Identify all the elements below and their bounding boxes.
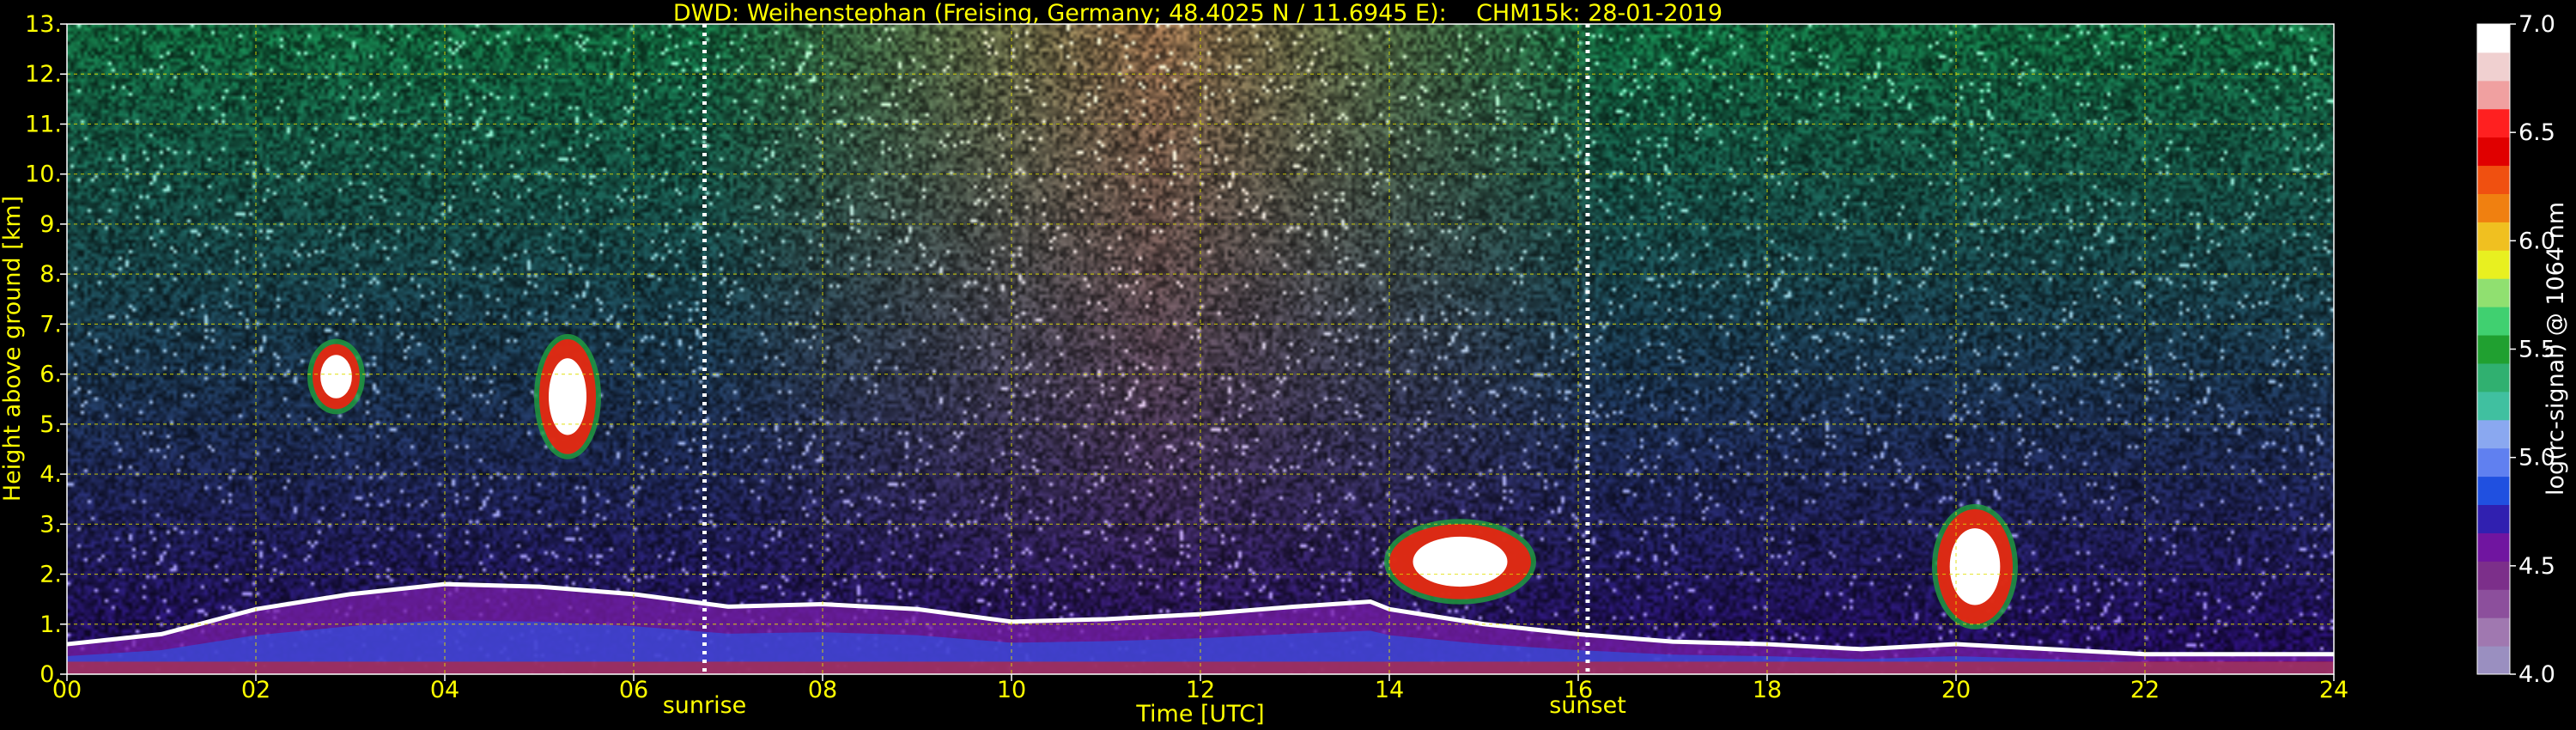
cloud-center — [320, 355, 352, 398]
cloud-feature — [1384, 519, 1536, 605]
y-tick-label: 9. — [39, 211, 62, 238]
colorbar-swatch — [2477, 362, 2510, 392]
colorbar-swatch — [2477, 24, 2510, 53]
x-tick-label: 20 — [1941, 677, 1971, 703]
cloud-center — [1413, 536, 1508, 587]
y-tick-label: 0. — [39, 661, 62, 688]
event-label-sunrise: sunrise — [663, 692, 747, 719]
colorbar-swatch — [2477, 222, 2510, 251]
x-tick-label: 18 — [1753, 677, 1782, 703]
y-tick-label: 5. — [39, 411, 62, 438]
x-tick-label: 24 — [2319, 677, 2348, 703]
colorbar-swatch — [2477, 250, 2510, 279]
x-tick-label: 10 — [997, 677, 1026, 703]
cloud-feature — [1932, 503, 2018, 630]
colorbar-swatch — [2477, 278, 2510, 307]
colorbar-swatch — [2477, 419, 2510, 449]
y-tick-label: 1. — [39, 611, 62, 638]
y-tick-label: 11. — [25, 111, 62, 137]
colorbar-swatch — [2477, 504, 2510, 533]
y-tick-label: 3. — [39, 511, 62, 538]
plot-area — [66, 23, 2335, 675]
x-axis-label: Time [UTC] — [1135, 701, 1264, 727]
colorbar-swatch — [2477, 307, 2510, 336]
cloud-feature — [307, 338, 365, 415]
ceilometer-figure: DWD: Weihenstephan (Freising, Germany; 4… — [0, 0, 2569, 727]
colorbar-swatch — [2477, 193, 2510, 222]
y-axis-label: Height above ground [km] — [0, 196, 26, 502]
colorbar-swatch — [2477, 165, 2510, 194]
y-tick-label: 13. — [25, 11, 62, 38]
x-tick-label: 14 — [1375, 677, 1404, 703]
colorbar-tick-label: 6.5 — [2518, 119, 2555, 146]
colorbar-tick-label: 4.0 — [2518, 661, 2555, 688]
colorbar-swatch — [2477, 391, 2510, 421]
colorbar-swatch — [2477, 447, 2510, 478]
colorbar-swatch — [2477, 108, 2510, 138]
colorbar-label: log(rc-signal) @ 1064 nm — [2543, 202, 2569, 496]
y-tick-label: 8. — [39, 261, 62, 288]
x-tick-label: 22 — [2130, 677, 2160, 703]
colorbar-swatch — [2477, 589, 2510, 618]
x-tick-label: 12 — [1186, 677, 1215, 703]
y-tick-label: 6. — [39, 362, 62, 388]
colorbar-swatch — [2477, 137, 2510, 167]
y-tick-label: 4. — [39, 461, 62, 488]
y-tick-label: 10. — [25, 161, 62, 188]
x-tick-label: 06 — [619, 677, 648, 703]
y-tick-label: 12. — [25, 61, 62, 88]
y-axis-ticks: 0. 1. 2. 3. 4. 5. 6. 7. 8. 9. 10. 11. 12. 13. — [25, 11, 67, 688]
colorbar-swatch — [2477, 617, 2510, 647]
colorbar-tick-label: 7.0 — [2518, 11, 2555, 38]
y-tick-label: 2. — [39, 562, 62, 588]
colorbar-swatch — [2477, 561, 2510, 590]
y-tick-label: 7. — [39, 311, 62, 338]
x-tick-label: 04 — [430, 677, 459, 703]
colorbar-swatch — [2477, 52, 2510, 82]
colorbar-swatch — [2477, 532, 2510, 562]
x-tick-label: 16 — [1564, 677, 1593, 703]
chart-title: DWD: Weihenstephan (Freising, Germany; 4… — [673, 0, 1722, 27]
cloud-center — [549, 358, 586, 435]
colorbar-tick-label: 4.5 — [2518, 553, 2555, 580]
x-tick-label: 02 — [241, 677, 270, 703]
cloud-feature — [534, 333, 601, 459]
x-tick-label: 08 — [808, 677, 837, 703]
cloud-center — [1949, 528, 2001, 605]
colorbar-swatch — [2477, 80, 2510, 110]
colorbar-swatch — [2477, 476, 2510, 506]
colorbar-swatch — [2477, 646, 2510, 675]
colorbar-swatch — [2477, 335, 2510, 364]
